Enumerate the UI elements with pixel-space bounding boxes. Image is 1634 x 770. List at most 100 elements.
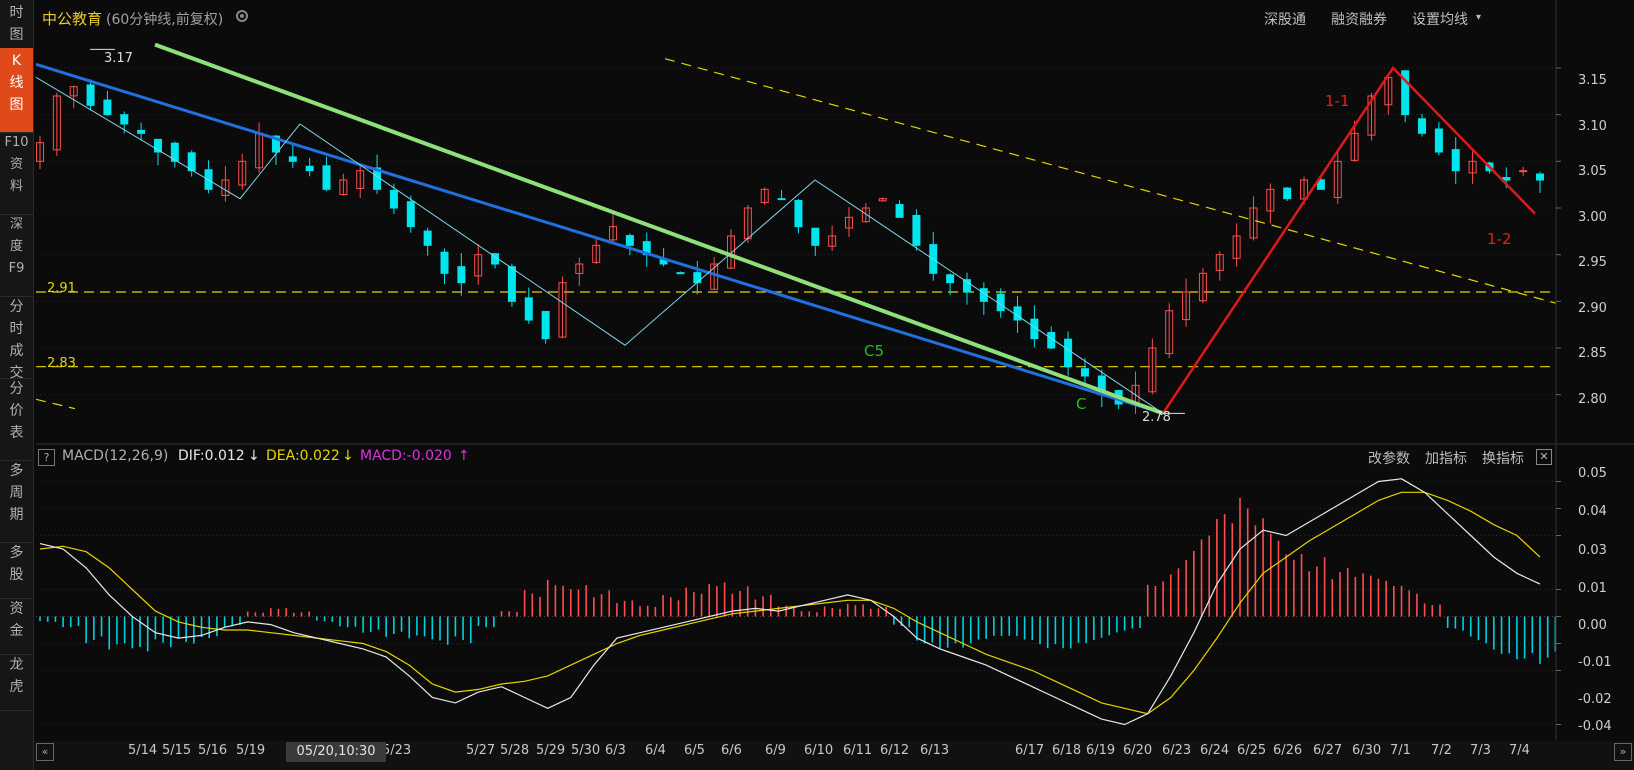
candle-body [322, 165, 331, 190]
time-tick: 6/25 [1237, 743, 1267, 758]
time-tick: 5/15 [162, 743, 192, 758]
candle-body [676, 272, 685, 275]
time-tick: 5/27 [466, 743, 496, 758]
time-tick: 6/5 [684, 743, 705, 758]
add-indicator-button[interactable]: 加指标 [1425, 448, 1467, 468]
candle-body [946, 274, 955, 284]
candle-body [693, 272, 702, 284]
time-tick: 6/12 [880, 743, 910, 758]
macd-tick: -0.04 [1578, 719, 1612, 734]
price-tick: 2.95 [1578, 255, 1607, 270]
candle-body [1536, 173, 1544, 181]
level-283-label: 2.83 [47, 356, 76, 371]
wave-1-2-label: 1-2 [1487, 230, 1512, 248]
time-tick: 6/20 [1123, 743, 1153, 758]
time-axis: 5/14 5/15 5/16 5/19 5/23 5/27 5/28 5/29 5/30 6/3 6… [34, 743, 1594, 765]
candle-body [406, 201, 415, 228]
dea-line [39, 491, 1541, 715]
macd-tick: 0.04 [1578, 504, 1607, 519]
time-tick: 6/27 [1313, 743, 1343, 758]
time-tick: 6/19 [1086, 743, 1116, 758]
time-tick: 6/6 [721, 743, 742, 758]
price-axis: 3.15 3.10 3.05 3.00 2.95 2.90 2.85 2.80 [1578, 0, 1634, 445]
time-tick: 5/29 [536, 743, 566, 758]
dif-value: DIF:0.012 [178, 448, 245, 464]
candle-body [137, 129, 146, 134]
candle-body [1434, 128, 1443, 153]
candle-body [457, 266, 466, 284]
resistance-dashed-line [35, 398, 76, 410]
level-291-label: 2.91 [47, 281, 76, 296]
arrow-down-icon: ↓ [248, 448, 260, 464]
candle-body [1519, 170, 1528, 173]
dea-value: DEA:0.022 [266, 448, 340, 464]
wave-1-1-label: 1-1 [1325, 92, 1350, 110]
red-wave-line [1161, 66, 1536, 415]
candle-body [507, 266, 516, 302]
time-tick: 5/28 [500, 743, 530, 758]
candle-body [1502, 176, 1511, 181]
close-icon[interactable]: ✕ [1536, 449, 1552, 465]
time-tick: 6/30 [1352, 743, 1382, 758]
time-tick: 5/14 [128, 743, 158, 758]
time-tick: 5/30 [571, 743, 601, 758]
macd-name[interactable]: MACD(12,26,9) [62, 448, 168, 464]
candle-body [120, 114, 129, 125]
candle-body [811, 227, 820, 246]
price-tick: 2.90 [1578, 301, 1607, 316]
candle-body [895, 204, 904, 218]
price-tick: 3.05 [1578, 164, 1607, 179]
time-tick: 6/9 [765, 743, 786, 758]
candle-body [1451, 149, 1460, 172]
macd-tick: -0.01 [1578, 655, 1612, 670]
scroll-right-icon[interactable]: » [1614, 743, 1632, 761]
macd-tick: -0.02 [1578, 692, 1612, 707]
time-tick: 6/13 [920, 743, 950, 758]
candle-body [777, 198, 786, 201]
candle-body [288, 156, 297, 162]
time-tick: 7/1 [1390, 743, 1411, 758]
price-tick: 3.10 [1578, 119, 1607, 134]
candle-body [423, 230, 432, 246]
macd-value: MACD:-0.020 [360, 448, 452, 464]
candle-body [912, 214, 921, 246]
candle-body [389, 189, 398, 209]
macd-axis: 0.05 0.04 0.03 0.01 0.00 -0.01 -0.02 -0.… [1578, 446, 1634, 741]
green-trendline [154, 42, 1164, 416]
candle-body [440, 251, 449, 274]
arrow-up-icon: ↑ [458, 448, 470, 464]
candle-body [794, 199, 803, 228]
time-tick: 6/24 [1200, 743, 1230, 758]
candle-body [625, 235, 634, 246]
time-axis-bar: « 5/14 5/15 5/16 5/19 5/23 5/27 5/28 5/29 5/30 6/… [34, 741, 1634, 770]
candle-body [541, 310, 550, 340]
candle-body [1064, 338, 1073, 368]
time-tick: 6/11 [843, 743, 873, 758]
macd-tick: 0.05 [1578, 466, 1607, 481]
high-price-label: 3.17 [104, 51, 133, 66]
macd-tick: 0.01 [1578, 581, 1607, 596]
edit-params-button[interactable]: 改参数 [1368, 448, 1410, 468]
time-tick: 6/10 [804, 743, 834, 758]
time-tick: 6/4 [645, 743, 666, 758]
arrow-down-icon: ↓ [342, 448, 354, 464]
time-tick: 6/26 [1273, 743, 1303, 758]
time-tick: 7/4 [1509, 743, 1530, 758]
low-price-label: 2.78 [1142, 410, 1171, 425]
price-tick: 2.85 [1578, 346, 1607, 361]
price-tick: 2.80 [1578, 392, 1607, 407]
blue-trendline [35, 62, 1164, 415]
help-icon[interactable]: ? [38, 449, 55, 466]
time-tick: 7/2 [1431, 743, 1452, 758]
candle-body [103, 99, 112, 116]
time-tick: 5/16 [198, 743, 228, 758]
switch-indicator-button[interactable]: 换指标 [1482, 448, 1524, 468]
candle-body [524, 297, 533, 321]
crosshair-time-badge: 05/20,10:30 [286, 742, 386, 762]
dif-line [39, 478, 1541, 726]
candle-body [1418, 118, 1427, 134]
time-tick: 5/23 [382, 743, 412, 758]
time-tick: 6/18 [1052, 743, 1082, 758]
time-tick: 7/3 [1470, 743, 1491, 758]
time-tick: 5/19 [236, 743, 266, 758]
